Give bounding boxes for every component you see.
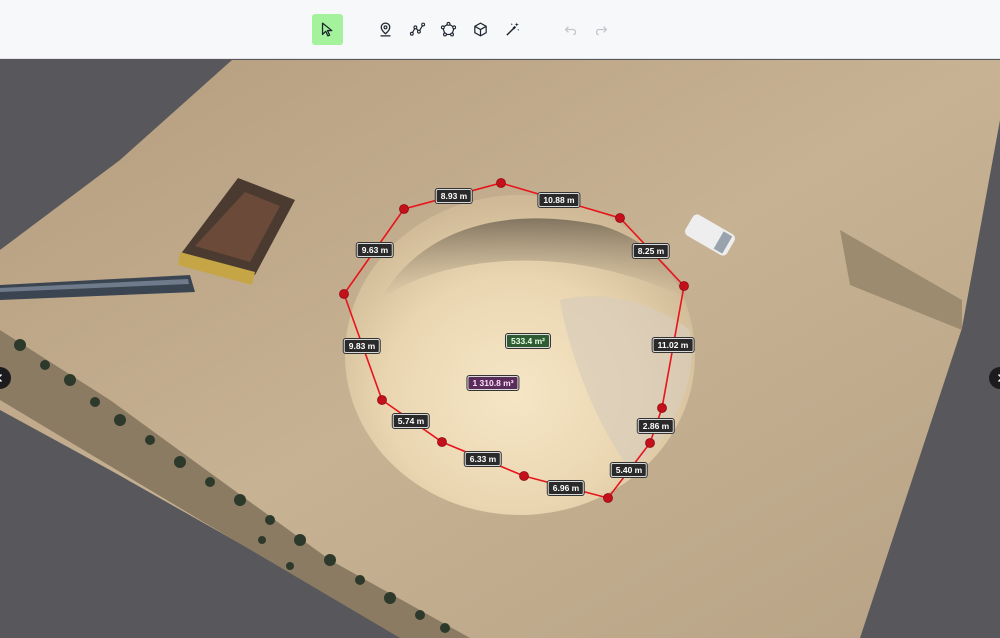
- vertex-point: [615, 213, 625, 223]
- segment-length-label: 6.96 m: [547, 481, 585, 495]
- vertex-point: [679, 281, 689, 291]
- volume-label: 1 310.8 m³: [467, 376, 519, 390]
- polygon-area-tool-button[interactable]: [433, 14, 464, 45]
- polyline-measure-tool-button[interactable]: [402, 14, 433, 45]
- segment-length-label: 5.74 m: [392, 414, 430, 428]
- segment-length-label: 9.83 m: [343, 339, 381, 353]
- segment-length-label: 8.93 m: [435, 189, 473, 203]
- segment-length-label: 9.63 m: [356, 243, 394, 257]
- vertex-point: [339, 289, 349, 299]
- vertex-point: [657, 403, 667, 413]
- segment-length-label: 2.86 m: [637, 419, 675, 433]
- segment-length-label: 6.33 m: [464, 452, 502, 466]
- polygon-icon: [440, 21, 457, 37]
- chevron-right-icon: [997, 373, 1000, 383]
- segment-length-label: 5.40 m: [610, 463, 648, 477]
- segment-length-label: 10.88 m: [538, 193, 580, 207]
- polyline-icon: [409, 22, 426, 36]
- map-pin-icon: [380, 22, 391, 37]
- magic-wand-tool-button[interactable]: [497, 14, 528, 45]
- vertex-point: [645, 438, 655, 448]
- point-cloud-scene: [0, 60, 1000, 638]
- undo-button[interactable]: [555, 14, 586, 45]
- segment-length-label: 8.25 m: [632, 244, 670, 258]
- chevron-left-icon: [0, 373, 3, 383]
- undo-icon: [564, 26, 577, 36]
- vertex-point: [437, 437, 447, 447]
- 3d-model-viewport[interactable]: 8.93 m 10.88 m 8.25 m 11.02 m 2.86 m 5.4…: [0, 59, 1000, 638]
- location-marker-tool-button[interactable]: [370, 14, 401, 45]
- vertex-point: [377, 395, 387, 405]
- area-label: 533.4 m²: [505, 334, 551, 348]
- vertex-point: [603, 493, 613, 503]
- magic-wand-icon: [506, 22, 520, 36]
- cube-icon: [474, 22, 487, 37]
- vertex-point: [496, 178, 506, 188]
- segment-length-label: 11.02 m: [652, 338, 694, 352]
- cursor-arrow-icon: [321, 22, 333, 37]
- redo-icon: [595, 26, 608, 36]
- vertex-point: [519, 471, 529, 481]
- toolbar: [0, 0, 1000, 59]
- select-tool-button[interactable]: [312, 14, 343, 45]
- redo-button[interactable]: [586, 14, 617, 45]
- vertex-point: [399, 204, 409, 214]
- volume-tool-button[interactable]: [465, 14, 496, 45]
